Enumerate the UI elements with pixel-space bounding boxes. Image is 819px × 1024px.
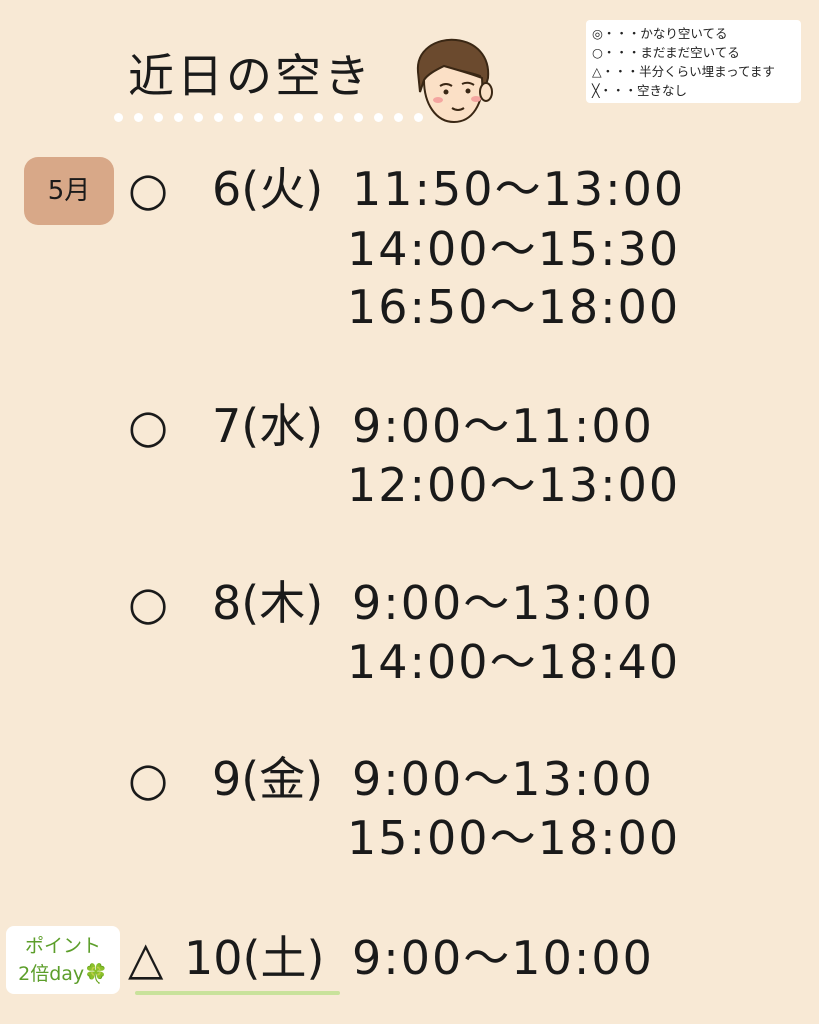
dotted-divider (114, 113, 423, 122)
clover-icon: 🍀 (84, 963, 108, 985)
availability-mark: △ (128, 931, 164, 985)
point-double-badge: ポイント 2倍day🍀 (6, 926, 120, 994)
time-slot: 12:00〜13:00 (347, 458, 681, 512)
day-label: 10(土) (184, 931, 325, 985)
availability-mark: ○ (128, 399, 169, 453)
point-badge-line1: ポイント (24, 935, 101, 957)
month-badge: 5月 (24, 157, 114, 225)
staff-face-icon (416, 38, 493, 124)
time-slot: 9:00〜11:00 (352, 399, 654, 453)
day-label: 7(水) (212, 399, 324, 453)
time-slot: 15:00〜18:00 (347, 811, 681, 865)
legend-box: ◎・・・かなり空いてる ○・・・まだまだ空いてる △・・・半分くらい埋まってます… (586, 20, 801, 103)
day-label: 6(火) (212, 162, 324, 216)
time-slot: 16:50〜18:00 (347, 280, 681, 334)
legend-item: ◎・・・かなり空いてる (592, 26, 728, 41)
time-slot: 11:50〜13:00 (352, 162, 686, 216)
time-slot: 9:00〜10:00 (352, 931, 654, 985)
availability-mark: ○ (128, 576, 169, 630)
day-label: 9(金) (212, 752, 324, 806)
day-label: 8(木) (212, 576, 324, 630)
legend-item: ○・・・まだまだ空いてる (592, 45, 740, 60)
point-badge-line2: 2倍day🍀 (18, 963, 108, 985)
time-slot: 9:00〜13:00 (352, 576, 654, 630)
day-underline (135, 991, 340, 995)
page-title: 近日の空き (128, 49, 373, 103)
availability-mark: ○ (128, 162, 169, 216)
legend-item: ╳・・・空きなし (592, 83, 688, 98)
time-slot: 9:00〜13:00 (352, 752, 654, 806)
availability-mark: ○ (128, 752, 169, 806)
legend-item: △・・・半分くらい埋まってます (592, 64, 775, 79)
time-slot: 14:00〜18:40 (347, 635, 681, 689)
time-slot: 14:00〜15:30 (347, 222, 681, 276)
